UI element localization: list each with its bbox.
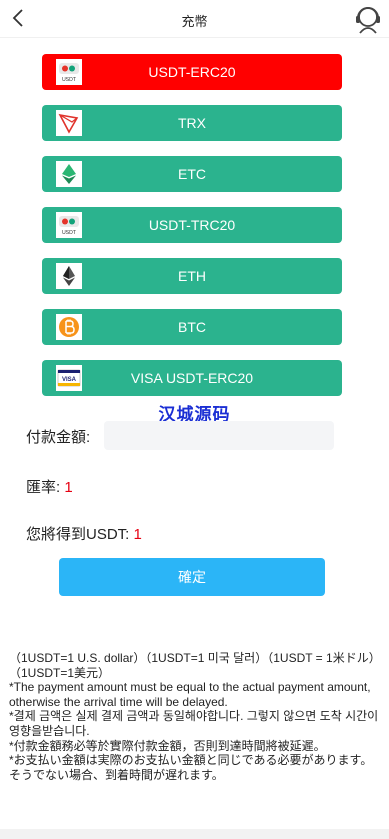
payment-label: ETH bbox=[178, 268, 206, 284]
payment-label: USDT-ERC20 bbox=[148, 64, 236, 80]
payment-notes: （1USDT=1 U.S. dollar）（1USDT=1 미국 달러）（1US… bbox=[9, 651, 379, 782]
page-title: 充幣 bbox=[181, 14, 208, 29]
payment-label: BTC bbox=[178, 319, 206, 335]
note-japanese: *お支払い金額は実際のお支払い金額と同じである必要があります。そうでない場合、到… bbox=[9, 753, 373, 782]
footer-bar bbox=[0, 829, 389, 839]
payment-method-list: USDT USDT-ERC20 TRX ETC USDT USDT-TRC20 … bbox=[42, 54, 342, 411]
rate-value: 1 bbox=[64, 479, 73, 496]
payment-label: TRX bbox=[178, 115, 206, 131]
payment-option-btc[interactable]: BTC bbox=[42, 309, 342, 345]
payment-option-etc[interactable]: ETC bbox=[42, 156, 342, 192]
note-korean: *결제 금액은 실제 결제 금액과 동일해야합니다. 그렇지 않으면 도착 시간… bbox=[9, 709, 379, 738]
receive-label: 您將得到USDT: bbox=[26, 526, 130, 543]
payment-option-usdt-erc20[interactable]: USDT USDT-ERC20 bbox=[42, 54, 342, 90]
receive-value: 1 bbox=[133, 526, 142, 543]
amount-input[interactable] bbox=[104, 421, 334, 450]
amount-label: 付款金額: bbox=[26, 429, 91, 446]
payment-option-trx[interactable]: TRX bbox=[42, 105, 342, 141]
rate-label: 匯率: bbox=[26, 479, 61, 496]
payment-label: VISA USDT-ERC20 bbox=[130, 370, 254, 386]
customer-service-icon[interactable] bbox=[353, 2, 383, 34]
receive-row: 您將得到USDT: 1 bbox=[26, 523, 142, 544]
payment-label: USDT-TRC20 bbox=[148, 217, 236, 233]
note-rate: （1USDT=1 U.S. dollar）（1USDT=1 미국 달러）（1US… bbox=[9, 651, 375, 680]
payment-option-usdt-trc20[interactable]: USDT USDT-TRC20 bbox=[42, 207, 342, 243]
confirm-button[interactable]: 確定 bbox=[59, 558, 325, 596]
payment-option-eth[interactable]: ETH bbox=[42, 258, 342, 294]
note-english: *The payment amount must be equal to the… bbox=[9, 680, 371, 709]
note-chinese: *付款金額務必等於實際付款金額，否則到達時間將被延遲。 bbox=[9, 738, 326, 753]
header-bar: 充幣 bbox=[0, 0, 389, 38]
payment-option-visa-usdt-erc20[interactable]: VISA VISA USDT-ERC20 bbox=[42, 360, 342, 396]
rate-row: 匯率: 1 bbox=[26, 476, 73, 497]
payment-label: ETC bbox=[178, 166, 206, 182]
